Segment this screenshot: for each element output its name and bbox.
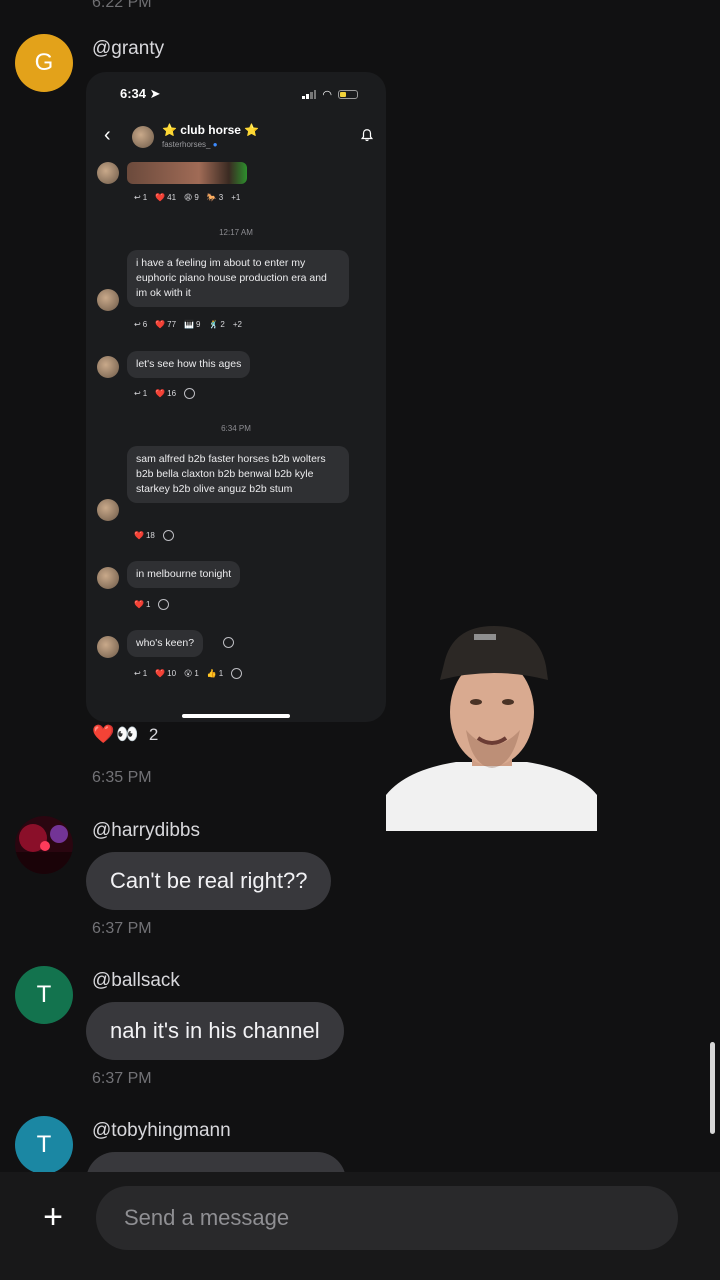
add-reaction-icon	[223, 637, 234, 648]
reactions-row: ❤️ 1	[134, 599, 170, 610]
sender-avatar	[97, 636, 119, 658]
message-bubble: sam alfred b2b faster horses b2b wolters…	[127, 446, 349, 503]
message-time: 6:37 PM	[92, 920, 152, 937]
media-thumbnail	[127, 162, 247, 184]
avatar[interactable]: T	[15, 966, 73, 1024]
timestamp: 12:17 AM	[219, 228, 253, 237]
status-icons: ◠	[302, 88, 358, 101]
heart-reaction[interactable]: ❤️	[92, 724, 114, 745]
wifi-icon: ◠	[322, 89, 332, 101]
previous-message-time: 6:22 PM	[92, 0, 152, 11]
scrollbar[interactable]	[710, 1042, 715, 1134]
channel-avatar	[132, 126, 154, 148]
message-bubble[interactable]: Can't be real right??	[86, 852, 332, 910]
sender-avatar	[97, 356, 119, 378]
bell-icon	[360, 129, 374, 142]
username[interactable]: @granty	[92, 38, 164, 60]
username[interactable]: @harrydibbs	[92, 820, 200, 842]
message-bubble: who's keen?	[127, 630, 204, 657]
status-time: 6:34 ➤	[120, 86, 161, 101]
avatar[interactable]: T	[15, 1116, 73, 1174]
sender-avatar	[97, 499, 119, 521]
add-reaction-icon	[158, 599, 170, 610]
avatar[interactable]: G	[15, 34, 73, 92]
add-reaction-icon	[184, 388, 196, 399]
timestamp: 6:34 PM	[221, 424, 251, 433]
home-indicator	[182, 714, 290, 718]
battery-icon	[338, 90, 358, 99]
add-reaction-icon	[162, 530, 174, 541]
add-reaction-icon	[231, 668, 243, 679]
channel-title: ⭐ club horse ⭐	[162, 123, 260, 137]
message-bubble: let's see how this ages	[127, 351, 251, 378]
back-icon: ‹	[104, 124, 111, 146]
username[interactable]: @ballsack	[92, 970, 180, 992]
message-input[interactable]	[96, 1186, 678, 1250]
add-attachment-button[interactable]: +	[34, 1198, 72, 1236]
message-time: 6:37 PM	[92, 1070, 152, 1087]
reaction-count: 2	[148, 724, 159, 744]
signal-icon	[302, 90, 317, 99]
sender-avatar	[97, 289, 119, 311]
reactions-row: ↩ 1 ❤️ 16	[134, 388, 196, 399]
message-bubble: i have a feeling im about to enter my eu…	[127, 250, 349, 307]
sender-avatar	[97, 567, 119, 589]
username[interactable]: @tobyhingmann	[92, 1120, 231, 1142]
message-reactions[interactable]: ❤️ 👀 2	[92, 724, 158, 745]
message-time: 6:35 PM	[92, 769, 152, 786]
reactions-row: ↩ 1 ❤️ 41 😩 9 🐎 3 +1	[134, 193, 241, 202]
facecam-overlay	[386, 620, 597, 831]
message-bubble[interactable]: nah it's in his channel	[86, 1002, 344, 1060]
shared-screenshot[interactable]: 6:34 ➤ ◠ ‹ ⭐ club horse ⭐ fasterhorses_ …	[86, 72, 386, 722]
sender-avatar	[97, 162, 119, 184]
message-bubble: in melbourne tonight	[127, 561, 241, 588]
eyes-reaction[interactable]: 👀	[116, 724, 138, 745]
reactions-row: ❤️ 18	[134, 530, 174, 541]
channel-handle: fasterhorses_ ●	[162, 140, 218, 149]
crowd-photo-icon[interactable]	[15, 816, 73, 874]
reactions-row: ↩ 6 ❤️ 77 🎹 9 🕺 2 +2	[134, 320, 242, 329]
reactions-row: ↩ 1 ❤️ 10 😮 1 👍 1	[134, 668, 243, 679]
